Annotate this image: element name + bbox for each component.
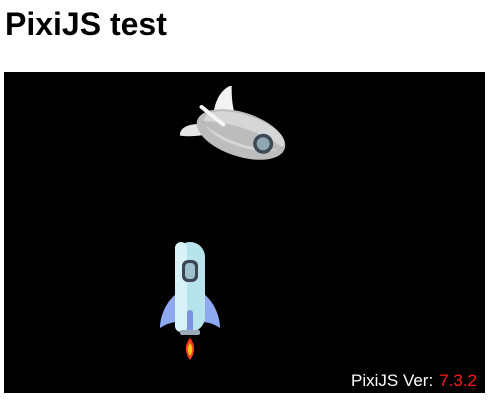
rocket-ship-icon: [160, 242, 220, 360]
page-title: PixiJS test: [5, 6, 167, 42]
ufo-ship-icon: [180, 86, 286, 160]
pixi-version-label: PixiJS Ver: 7.3.2: [351, 370, 477, 392]
version-label-text: PixiJS Ver:: [350, 371, 434, 390]
pixi-canvas[interactable]: PixiJS Ver: 7.3.2: [4, 72, 485, 393]
version-value: 7.3.2: [439, 371, 477, 390]
